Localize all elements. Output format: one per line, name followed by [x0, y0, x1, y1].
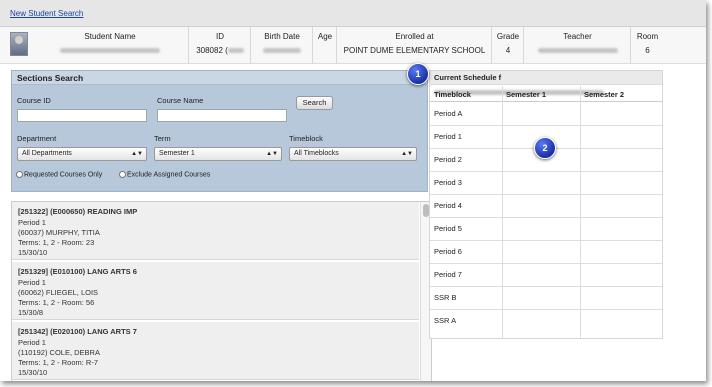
section-terms: Terms: 1, 2 - Room: 23	[18, 238, 95, 247]
student-info-bar: Student Name ID 308082 ( Birth Date Age …	[0, 27, 706, 64]
age-column: Age	[312, 27, 337, 63]
timeblock-label: Period 7	[434, 270, 462, 279]
schedule-row: SSR B	[430, 287, 662, 310]
schedule-row: Period 5	[430, 218, 662, 241]
callout-badge-2: 2	[534, 137, 556, 159]
grade-header: Grade	[496, 32, 520, 41]
term-select[interactable]: Semester 1 ▲▼	[154, 147, 282, 161]
course-id-label: Course ID	[17, 96, 51, 105]
department-selected-value: All Departments	[22, 150, 72, 157]
timeblock-label: Period 2	[434, 155, 462, 164]
select-arrows-icon: ▲▼	[401, 151, 413, 157]
timeblock-label: SSR B	[434, 293, 457, 302]
term-selected-value: Semester 1	[159, 150, 195, 157]
schedule-row: Period A	[430, 103, 662, 126]
section-teacher: (60037) MURPHY, TITIA	[18, 228, 100, 237]
timeblock-label: Period 1	[434, 132, 462, 141]
course-name-input[interactable]	[157, 109, 287, 122]
age-header: Age	[317, 32, 333, 41]
section-result-item[interactable]: [251322] (E000650) READING IMP Period 1 …	[12, 202, 419, 260]
section-title: [251342] (E020100) LANG ARTS 7	[18, 327, 137, 336]
section-terms: Terms: 1, 2 - Room: 56	[18, 298, 95, 307]
id-header: ID	[216, 32, 224, 41]
section-teacher: (110192) COLE, DEBRA	[18, 348, 100, 357]
requested-only-label: Requested Courses Only	[24, 171, 103, 179]
section-period: Period 1	[18, 278, 46, 287]
birth-date-column: Birth Date	[250, 27, 313, 63]
timeblock-label: SSR A	[434, 316, 457, 325]
room-value: 6	[645, 46, 650, 55]
exclude-assigned-checkbox[interactable]: Exclude Assigned Courses	[119, 171, 210, 178]
timeblock-label: Period 6	[434, 247, 462, 256]
teacher-value	[524, 46, 631, 55]
radio-circle-icon	[16, 171, 23, 178]
course-id-input[interactable]	[17, 109, 147, 122]
timeblock-label: Period A	[434, 109, 463, 118]
enrolled-at-header: Enrolled at	[395, 32, 434, 41]
callout-badge-1: 1	[407, 63, 429, 85]
schedule-row: Period 4	[430, 195, 662, 218]
term-label: Term	[154, 134, 171, 143]
birth-date-header: Birth Date	[264, 32, 300, 41]
section-terms: Terms: 1, 2 - Room: R-7	[18, 358, 99, 367]
semester-2-column-header: Semester 2	[584, 90, 625, 99]
section-result-item[interactable]: [251342] (E020100) LANG ARTS 7 Period 1 …	[12, 322, 419, 380]
exclude-assigned-label: Exclude Assigned Courses	[127, 171, 211, 179]
app-window: New Student Search Student Name ID 30808…	[0, 0, 706, 381]
teacher-column: Teacher	[523, 27, 631, 63]
section-counts: 15/30/8	[18, 308, 44, 317]
grade-value: 4	[505, 46, 511, 55]
section-counts: 15/30/10	[18, 368, 48, 377]
section-period: Period 1	[18, 218, 46, 227]
semester-1-column-header: Semester 1	[506, 90, 547, 99]
section-teacher: (60062) FLIEGEL, LOIS	[18, 288, 99, 297]
birth-date-value	[251, 46, 313, 55]
current-schedule-title: Current Schedule f	[430, 71, 662, 95]
section-period: Period 1	[18, 338, 46, 347]
department-label: Department	[17, 134, 57, 143]
enrolled-at-value: POINT DUME ELEMENTARY SCHOOL	[343, 46, 486, 55]
section-counts: 15/30/10	[18, 248, 48, 257]
student-name-column: Student Name	[32, 27, 188, 63]
timeblock-label: Period 3	[434, 178, 462, 187]
section-title: [251322] (E000650) READING IMP	[18, 207, 138, 216]
timeblock-selected-value: All Timeblocks	[294, 150, 339, 157]
section-results-list: [251322] (E000650) READING IMP Period 1 …	[11, 201, 432, 381]
course-name-label: Course Name	[157, 96, 204, 105]
timeblock-label: Period 4	[434, 201, 462, 210]
schedule-row: Period 6	[430, 241, 662, 264]
room-header: Room	[636, 32, 659, 41]
room-column: Room 6	[630, 27, 664, 63]
timeblock-select[interactable]: All Timeblocks ▲▼	[289, 147, 417, 161]
id-value: 308082 (	[189, 46, 251, 55]
timeblock-label: Period 5	[434, 224, 462, 233]
teacher-header: Teacher	[563, 32, 592, 41]
schedule-header-row: Timeblock Semester 1 Semester 2	[430, 86, 662, 102]
top-bar: New Student Search	[0, 0, 706, 27]
search-button[interactable]: Search	[296, 96, 333, 110]
timeblock-column-header: Timeblock	[434, 90, 471, 99]
sections-search-title: Sections Search	[12, 71, 427, 85]
student-name-value	[32, 46, 188, 55]
new-student-search-link[interactable]: New Student Search	[10, 9, 83, 18]
current-schedule-panel: Current Schedule f Timeblock Semester 1 …	[429, 70, 663, 339]
select-arrows-icon: ▲▼	[266, 151, 278, 157]
timeblock-label: Timeblock	[289, 134, 323, 143]
select-arrows-icon: ▲▼	[131, 151, 143, 157]
section-result-item[interactable]: [251329] (E010100) LANG ARTS 6 Period 1 …	[12, 262, 419, 320]
enrolled-at-column: Enrolled at POINT DUME ELEMENTARY SCHOOL	[336, 27, 492, 63]
grade-column: Grade 4	[491, 27, 524, 63]
radio-circle-icon	[119, 171, 126, 178]
sections-search-panel: Sections Search Course ID Course Name Se…	[11, 70, 428, 192]
section-title: [251329] (E010100) LANG ARTS 6	[18, 267, 137, 276]
student-name-header: Student Name	[84, 32, 136, 41]
schedule-row: Period 3	[430, 172, 662, 195]
requested-only-checkbox[interactable]: Requested Courses Only	[16, 171, 102, 178]
student-avatar	[10, 32, 28, 56]
schedule-row: SSR A	[430, 310, 662, 332]
department-select[interactable]: All Departments ▲▼	[17, 147, 147, 161]
schedule-row: Period 7	[430, 264, 662, 287]
id-column: ID 308082 (	[188, 27, 251, 63]
